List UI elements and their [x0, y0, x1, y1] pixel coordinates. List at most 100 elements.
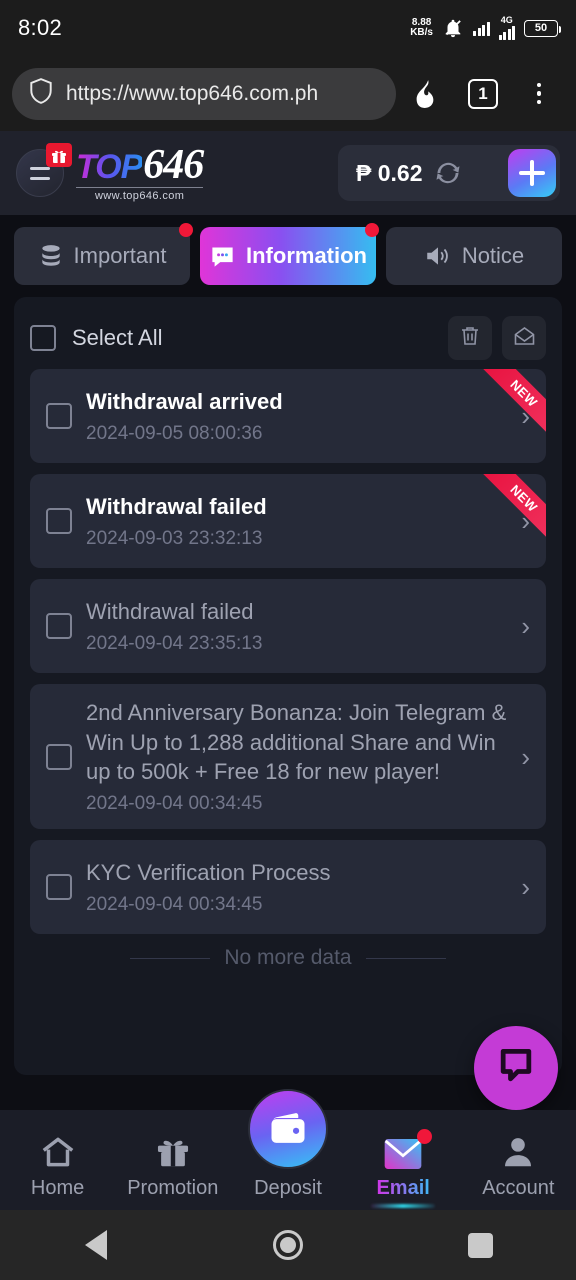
tab-important-badge — [179, 223, 193, 237]
chevron-right-icon[interactable]: › — [521, 744, 530, 770]
message-title: Withdrawal arrived — [86, 389, 283, 415]
site-logo: TOP 646 www.top646.com — [76, 142, 204, 202]
app-header: TOP 646 www.top646.com ₱ 0.62 — [0, 131, 576, 215]
message-row[interactable]: Withdrawal failed 2024-09-03 23:32:13 › … — [30, 474, 546, 568]
android-navigation-bar — [0, 1210, 576, 1280]
hamburger-menu-button[interactable] — [16, 143, 72, 197]
tab-information[interactable]: Information — [200, 223, 379, 285]
message-date: 2024-09-04 23:35:13 — [86, 632, 263, 654]
nav-label-home: Home — [30, 1177, 85, 1199]
address-bar[interactable]: https://www.top646.com.ph — [12, 67, 396, 120]
new-ribbon-badge: NEW — [478, 369, 546, 437]
flame-icon[interactable] — [402, 69, 452, 119]
gift-icon — [46, 143, 72, 167]
live-chat-button[interactable] — [474, 1026, 558, 1110]
android-status-bar: 8:02 8.88 KB/s 4G 50 — [0, 0, 576, 56]
back-button[interactable] — [46, 1210, 146, 1280]
message-row[interactable]: 2nd Anniversary Bonanza: Join Telegram &… — [30, 684, 546, 830]
nav-label-promotion: Promotion — [127, 1177, 219, 1199]
tab-notice-label: Notice — [461, 243, 525, 268]
balance-pill[interactable]: ₱ 0.62 — [338, 145, 560, 201]
live-chat-icon — [494, 1044, 538, 1093]
recents-button[interactable] — [430, 1210, 530, 1280]
divider-line-right — [365, 957, 446, 959]
open-envelope-icon — [512, 324, 537, 353]
message-checkbox[interactable] — [46, 743, 72, 770]
home-button[interactable] — [238, 1210, 338, 1280]
trash-icon — [458, 324, 482, 353]
message-title: 2nd Anniversary Bonanza: Join Telegram &… — [86, 700, 507, 785]
logo-primary-text: TOP — [76, 148, 143, 186]
chevron-right-icon[interactable]: › — [521, 613, 530, 639]
select-all-checkbox[interactable] — [30, 325, 56, 351]
chat-bubble-icon — [209, 243, 236, 270]
logo-secondary-text: 646 — [143, 142, 204, 188]
deposit-plus-button[interactable] — [508, 149, 556, 197]
tab-count-label: 1 — [468, 78, 498, 109]
browser-menu-button[interactable] — [514, 69, 564, 119]
shield-icon — [28, 77, 54, 110]
message-content: 2nd Anniversary Bonanza: Join Telegram &… — [86, 698, 521, 815]
battery-level: 50 — [534, 22, 548, 34]
chevron-right-icon[interactable]: › — [521, 874, 530, 900]
back-triangle-icon — [85, 1230, 107, 1260]
message-date: 2024-09-04 00:34:45 — [86, 893, 263, 915]
message-date: 2024-09-03 23:32:13 — [86, 527, 263, 549]
refresh-icon[interactable] — [433, 158, 463, 188]
network-speed-indicator: 8.88 KB/s — [410, 17, 433, 38]
message-date: 2024-09-04 00:34:45 — [86, 793, 263, 815]
message-content: Withdrawal failed 2024-09-03 23:32:13 — [86, 492, 521, 550]
tab-notice[interactable]: Notice — [386, 227, 562, 285]
active-tab-indicator — [371, 1204, 436, 1208]
nav-item-email[interactable]: Email — [348, 1127, 458, 1208]
email-unread-badge — [417, 1129, 433, 1144]
database-stack-icon — [38, 243, 64, 269]
message-content: KYC Verification Process 2024-09-04 00:3… — [86, 858, 521, 916]
end-of-list-divider: No more data — [30, 946, 546, 970]
bottom-navigation-bar: Home Promotion Deposit Email Account — [0, 1089, 576, 1210]
plus-icon — [519, 160, 545, 186]
speaker-icon — [424, 243, 452, 269]
delete-button[interactable] — [448, 316, 492, 360]
tab-important[interactable]: Important — [14, 223, 193, 285]
tab-information-label: Information — [246, 243, 367, 268]
wallet-icon — [247, 1089, 328, 1169]
status-clock: 8:02 — [18, 15, 63, 40]
message-list-panel: Select All Withdrawal arrived 2024-09-05… — [14, 297, 562, 1075]
mark-as-read-button[interactable] — [502, 316, 546, 360]
three-dots-icon — [536, 82, 542, 105]
tab-important-label: Important — [73, 243, 167, 268]
message-checkbox[interactable] — [46, 874, 72, 901]
recents-square-icon — [467, 1232, 493, 1258]
message-row[interactable]: Withdrawal arrived 2024-09-05 08:00:36 ›… — [30, 369, 546, 463]
message-date: 2024-09-05 08:00:36 — [86, 422, 263, 444]
message-category-tabs: Important Information Notice — [0, 215, 576, 295]
gift-icon — [154, 1127, 192, 1171]
nav-item-home[interactable]: Home — [3, 1127, 113, 1200]
status-icons: 8.88 KB/s 4G 50 — [410, 16, 561, 40]
tab-count-button[interactable]: 1 — [458, 69, 508, 119]
new-ribbon-badge: NEW — [478, 474, 546, 542]
logo-subtitle: www.top646.com — [76, 187, 204, 202]
nav-label-deposit: Deposit — [254, 1177, 322, 1199]
divider-line-left — [130, 957, 211, 959]
message-checkbox[interactable] — [46, 403, 72, 429]
select-all-label: Select All — [72, 325, 163, 350]
message-row[interactable]: Withdrawal failed 2024-09-04 23:35:13 › — [30, 579, 546, 673]
url-text: https://www.top646.com.ph — [66, 81, 319, 105]
nav-item-promotion[interactable]: Promotion — [118, 1127, 228, 1200]
message-row[interactable]: KYC Verification Process 2024-09-04 00:3… — [30, 840, 546, 935]
nav-label-account: Account — [482, 1177, 555, 1199]
message-title: Withdrawal failed — [86, 599, 254, 625]
select-all-row: Select All — [30, 307, 546, 369]
person-icon — [499, 1127, 537, 1171]
message-checkbox[interactable] — [46, 613, 72, 639]
list-action-buttons — [448, 316, 546, 360]
battery-icon: 50 — [524, 19, 561, 37]
nav-item-account[interactable]: Account — [463, 1127, 573, 1200]
nav-item-deposit[interactable]: Deposit — [233, 1089, 343, 1200]
new-ribbon-label: NEW — [479, 474, 546, 542]
new-ribbon-label: NEW — [479, 369, 546, 437]
balance-amount: ₱ 0.62 — [356, 159, 423, 186]
message-checkbox[interactable] — [46, 508, 72, 534]
